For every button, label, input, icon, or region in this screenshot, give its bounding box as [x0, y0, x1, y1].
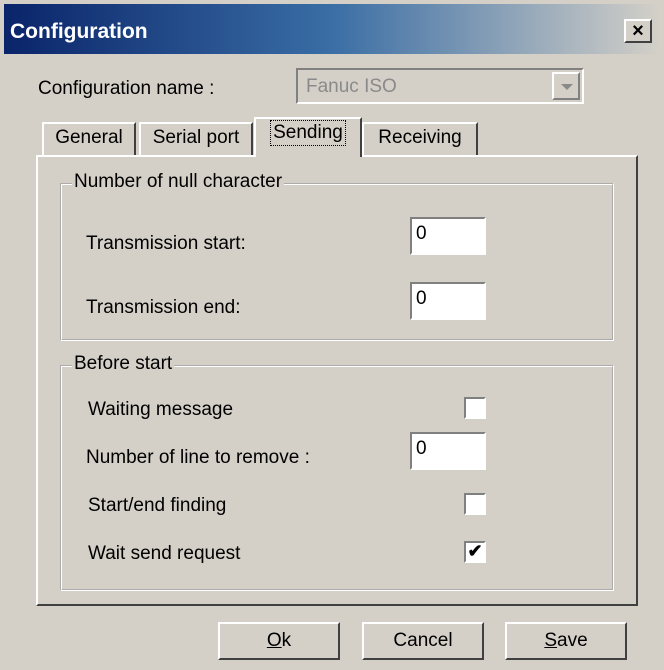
- cancel-button[interactable]: Cancel: [362, 622, 484, 660]
- waiting-message-checkbox[interactable]: [464, 397, 486, 419]
- before-start-group: Before start Waiting message Number of l…: [60, 353, 614, 591]
- chevron-down-icon: [561, 84, 573, 90]
- tab-receiving-label: Receiving: [378, 127, 462, 148]
- tab-sending-label: Sending: [270, 120, 346, 146]
- tab-serial-port-label: Serial port: [152, 127, 240, 148]
- waiting-message-label: Waiting message: [88, 399, 234, 420]
- tab-receiving[interactable]: Receiving: [362, 122, 478, 156]
- window-title: Configuration: [10, 20, 148, 43]
- checkmark-icon: ✔: [467, 541, 483, 561]
- tab-general-label: General: [55, 127, 123, 148]
- transmission-start-input[interactable]: 0: [410, 217, 486, 255]
- start-end-finding-label: Start/end finding: [88, 495, 227, 516]
- ok-button-label: Ok: [266, 630, 292, 651]
- before-start-group-title: Before start: [72, 353, 175, 375]
- configuration-dialog: Configuration × Configuration name : Fan…: [0, 0, 664, 670]
- lines-to-remove-label: Number of line to remove :: [86, 447, 310, 468]
- save-button-label: Save: [544, 630, 588, 651]
- null-character-group: Number of null character Transmission st…: [60, 171, 614, 341]
- configuration-name-label: Configuration name :: [38, 78, 215, 99]
- start-end-finding-checkbox[interactable]: [464, 493, 486, 515]
- transmission-end-label: Transmission end:: [86, 297, 241, 318]
- transmission-start-label: Transmission start:: [86, 233, 246, 254]
- dropdown-button[interactable]: [552, 72, 580, 100]
- lines-to-remove-input[interactable]: 0: [410, 432, 486, 470]
- sending-tab-panel: Number of null character Transmission st…: [36, 155, 638, 606]
- configuration-name-value: Fanuc ISO: [306, 76, 397, 97]
- wait-send-request-label: Wait send request: [88, 543, 241, 564]
- tab-general[interactable]: General: [42, 122, 136, 156]
- tab-serial-port[interactable]: Serial port: [139, 122, 253, 156]
- null-character-group-title: Number of null character: [72, 171, 285, 193]
- ok-button[interactable]: Ok: [218, 622, 340, 660]
- save-button[interactable]: Save: [505, 622, 627, 660]
- close-icon: ×: [632, 20, 644, 42]
- title-bar[interactable]: Configuration ×: [4, 4, 660, 54]
- tab-sending[interactable]: Sending: [254, 117, 362, 157]
- transmission-end-input[interactable]: 0: [410, 282, 486, 320]
- close-button[interactable]: ×: [624, 19, 652, 43]
- cancel-button-label: Cancel: [393, 630, 453, 651]
- wait-send-request-checkbox[interactable]: ✔: [464, 541, 486, 563]
- configuration-name-dropdown[interactable]: Fanuc ISO: [296, 68, 584, 104]
